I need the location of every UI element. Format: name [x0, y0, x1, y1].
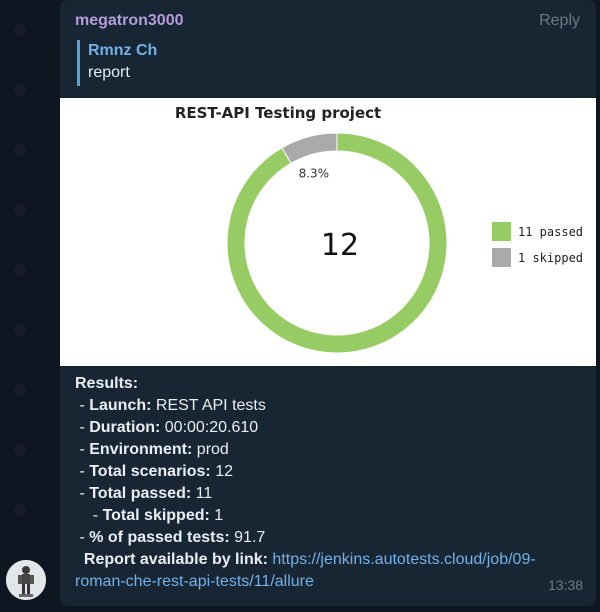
report-link-line2[interactable]: roman-che-rest-api-tests/11/allure: [75, 573, 314, 590]
total-passed-label: Total passed:: [89, 485, 192, 502]
duration-value: 00:00:20.610: [164, 419, 259, 436]
total-skipped-label: Total skipped:: [102, 507, 210, 524]
duration-label: Duration:: [89, 419, 161, 436]
chart-title: REST-API Testing project: [175, 104, 381, 122]
robot-figure-icon: [6, 560, 46, 600]
legend-label-1: 1 skipped: [518, 251, 583, 265]
total-scenarios-label: Total scenarios:: [89, 463, 211, 480]
message-time: 13:38: [547, 577, 583, 593]
total-passed-value: 11: [195, 485, 213, 502]
quote-author: Rmnz Ch: [88, 42, 158, 59]
quote-text: report: [88, 64, 130, 81]
results-heading: Results:: [75, 375, 139, 392]
legend-swatch-1: [492, 248, 511, 267]
percent-label: % of passed tests:: [89, 529, 230, 546]
total-scenarios-value: 12: [215, 463, 233, 480]
legend-swatch-0: [492, 222, 511, 241]
avatar[interactable]: [6, 560, 46, 600]
report-link-cont[interactable]: roman-che-rest-api-tests/11/allure: [75, 573, 314, 590]
reply-button[interactable]: Reply: [539, 12, 580, 30]
sender-name[interactable]: megatron3000: [75, 12, 184, 30]
slice-data-label-1: 8.3%: [299, 167, 330, 181]
chart-image[interactable]: REST-API Testing project 8.3% 12 11 pass…: [60, 98, 596, 366]
results-text: Results: - Launch: REST API tests - Dura…: [75, 375, 536, 590]
environment-label: Environment:: [89, 441, 193, 458]
pie-slice-1: [281, 132, 338, 165]
reply-quote[interactable]: Rmnz Ch report: [77, 40, 157, 86]
center-total-label: 12: [321, 228, 359, 263]
donut-chart: REST-API Testing project 8.3% 12 11 pass…: [175, 104, 583, 354]
environment-value: prod: [196, 441, 229, 458]
report-link[interactable]: https://jenkins.autotests.cloud/job/09-: [272, 551, 535, 568]
total-skipped-value: 1: [214, 507, 224, 524]
launch-value: REST API tests: [155, 397, 266, 414]
percent-value: 91.7: [234, 529, 266, 546]
launch-label: Launch:: [89, 397, 152, 414]
report-label: Report available by link:: [83, 551, 268, 568]
legend-label-0: 11 passed: [518, 225, 583, 239]
report-link-line1[interactable]: https://jenkins.autotests.cloud/job/09-: [272, 551, 535, 568]
